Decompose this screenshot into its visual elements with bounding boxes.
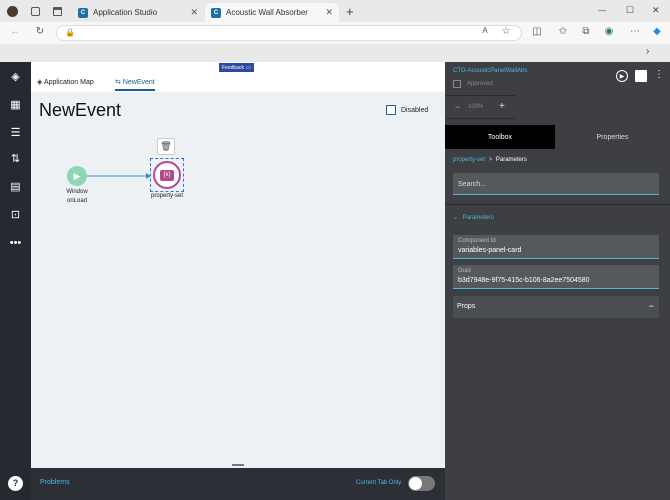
guid-label: Guid bbox=[458, 268, 471, 274]
start-label-line-2: onLoad bbox=[66, 198, 88, 204]
action-node-label: property-set bbox=[150, 193, 183, 199]
guid-field[interactable]: Guid b3d7948e-9f75-415c-b106-8a2ee750458… bbox=[453, 265, 659, 289]
start-label-line-1: Window bbox=[66, 189, 88, 195]
component-id-field[interactable]: Component Id variables-panel-card bbox=[453, 235, 659, 259]
toggle-knob bbox=[409, 477, 422, 490]
props-section[interactable]: Props − bbox=[453, 296, 659, 318]
delete-node-button[interactable]: 🗑 bbox=[157, 138, 175, 155]
start-node[interactable]: ▶ bbox=[67, 166, 87, 186]
breadcrumb-separator: > bbox=[488, 157, 493, 163]
component-id-label: Component Id bbox=[458, 238, 496, 244]
start-node-label: Window onLoad bbox=[58, 188, 96, 206]
current-tab-only-label: Current Tab Only bbox=[356, 480, 402, 486]
zoom-value: 100% bbox=[468, 104, 484, 110]
breadcrumb: property-set > Parameters bbox=[453, 157, 527, 163]
panel-divider bbox=[445, 204, 670, 205]
panel-title: CTO-AcousticPanelWallAbs bbox=[453, 68, 528, 74]
tab-label: Toolbox bbox=[487, 133, 513, 141]
problems-link[interactable]: Problems bbox=[40, 479, 70, 486]
approved-checkbox[interactable] bbox=[453, 80, 461, 88]
resize-handle[interactable] bbox=[232, 464, 244, 466]
zoom-control: − 100% + bbox=[446, 95, 516, 119]
search-input[interactable]: Search... bbox=[453, 173, 659, 195]
collapse-icon[interactable]: − bbox=[649, 301, 654, 311]
parameters-section-header[interactable]: ⌄ Parameters bbox=[453, 214, 494, 221]
approved-label: Approved bbox=[467, 81, 493, 87]
breadcrumb-current: Parameters bbox=[495, 157, 527, 163]
play-icon: ▶ bbox=[619, 73, 625, 80]
zoom-in-button[interactable]: + bbox=[499, 101, 505, 112]
run-button[interactable]: ▶ bbox=[616, 70, 628, 82]
search-placeholder: Search... bbox=[458, 181, 487, 188]
guid-value: b3d7948e-9f75-415c-b106-8a2ee7504580 bbox=[458, 277, 590, 284]
tab-label: Properties bbox=[596, 133, 629, 141]
bottom-bar: Problems Current Tab Only bbox=[31, 468, 445, 500]
tab-properties[interactable]: Properties bbox=[555, 125, 670, 149]
save-icon[interactable] bbox=[635, 70, 647, 82]
props-label: Props bbox=[457, 303, 476, 310]
current-tab-only-toggle[interactable] bbox=[408, 476, 435, 491]
more-vertical-icon[interactable]: ⋮ bbox=[654, 69, 664, 80]
section-label: Parameters bbox=[462, 215, 494, 221]
component-id-value: variables-panel-card bbox=[458, 247, 522, 254]
chevron-down-icon: ⌄ bbox=[453, 215, 459, 221]
variable-icon: {x} bbox=[160, 169, 174, 181]
tab-toolbox[interactable]: Toolbox bbox=[445, 125, 555, 149]
zoom-out-button[interactable]: − bbox=[455, 102, 460, 112]
action-node[interactable]: {x} bbox=[153, 161, 181, 189]
breadcrumb-link[interactable]: property-set bbox=[453, 157, 485, 163]
play-icon: ▶ bbox=[73, 170, 81, 181]
trash-icon: 🗑 bbox=[160, 141, 172, 151]
